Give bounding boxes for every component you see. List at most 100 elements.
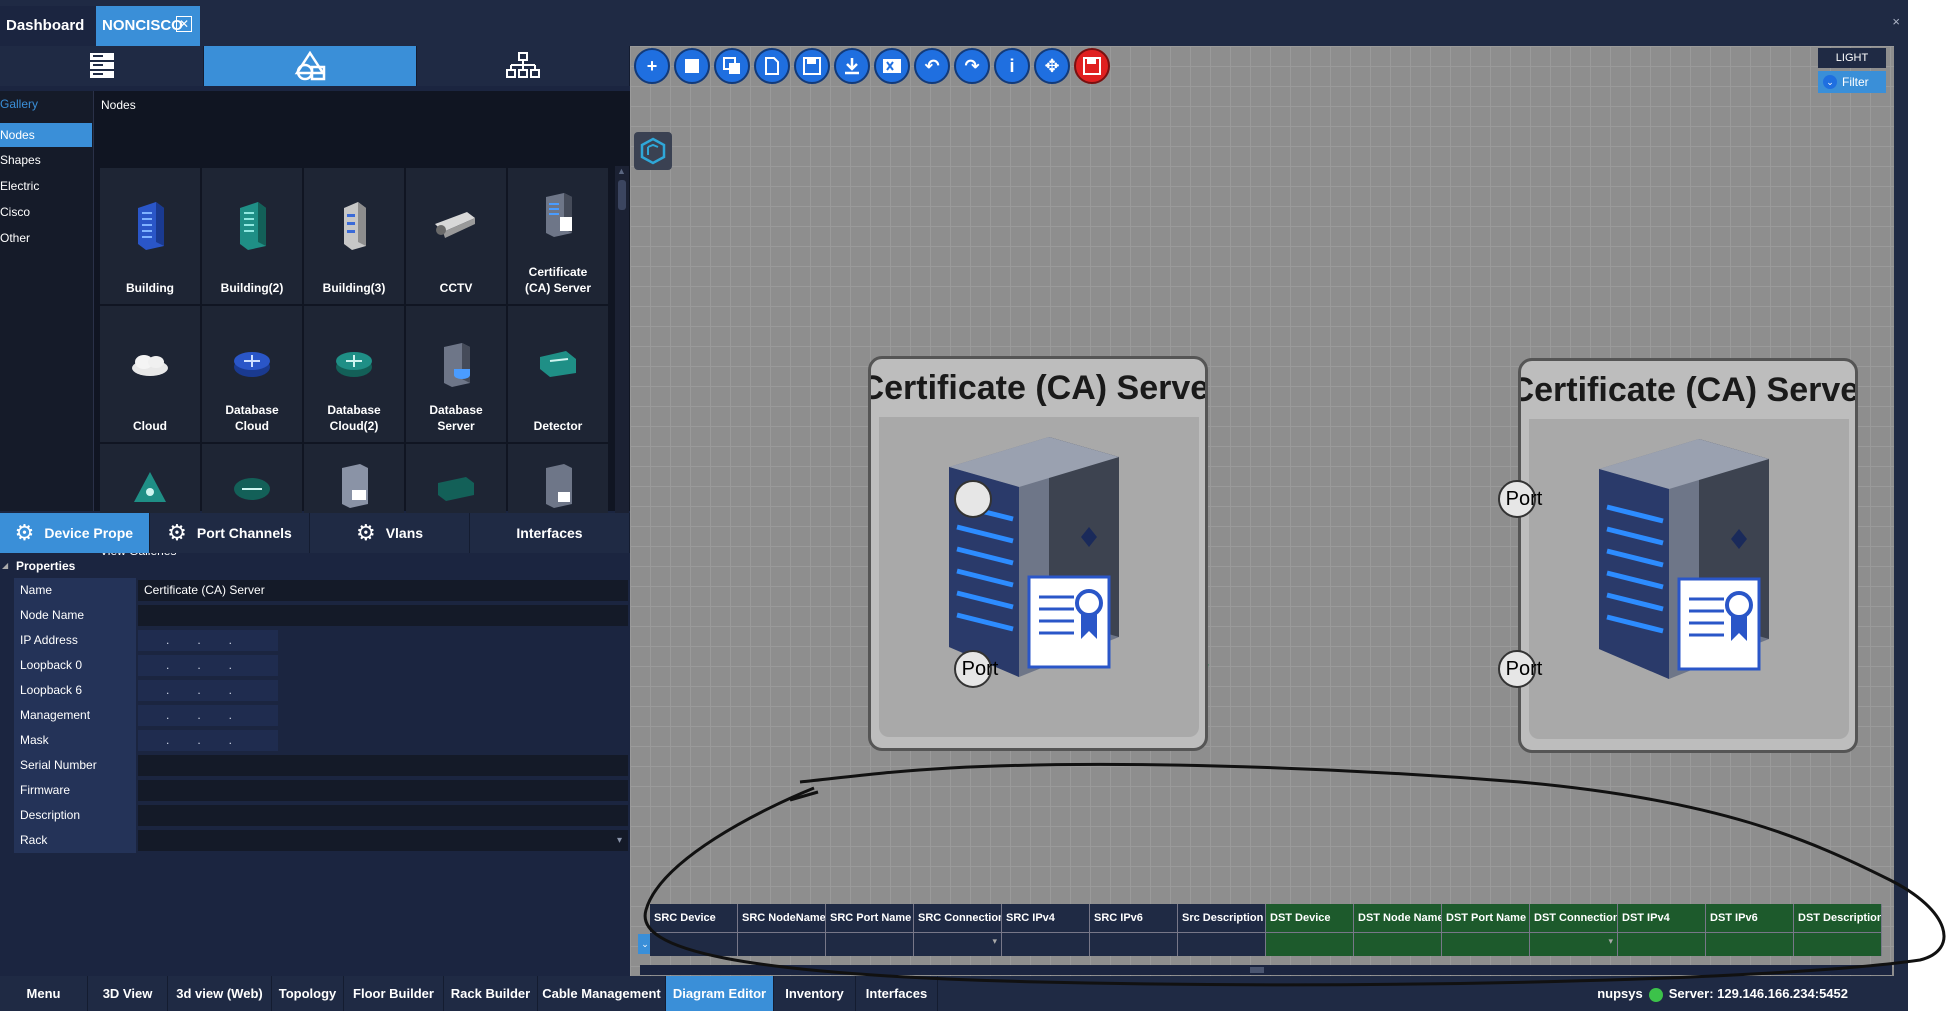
tab-port-channels[interactable]: ⚙ Port Channels <box>150 513 310 553</box>
tab-3d-view-web[interactable]: 3d view (Web) <box>168 976 272 1011</box>
gallery-tile-building-3[interactable]: Building(3) <box>304 168 404 304</box>
shapes-mode-button[interactable] <box>204 46 417 86</box>
tab-inventory[interactable]: Inventory <box>774 976 856 1011</box>
gallery-tile-building[interactable]: Building <box>100 168 200 304</box>
close-icon[interactable]: × <box>1892 14 1900 29</box>
loopback-0-field[interactable]: ... <box>138 655 278 676</box>
properties-header[interactable]: ◢ Properties <box>0 556 630 576</box>
cell-src-port-name[interactable] <box>826 932 914 956</box>
mask-field[interactable]: ... <box>138 730 278 751</box>
name-field[interactable]: Certificate (CA) Server <box>138 580 628 601</box>
col-src-port-name[interactable]: SRC Port Name <box>826 904 914 932</box>
cell-src-ipv4[interactable] <box>1002 932 1090 956</box>
server-icon <box>324 458 384 514</box>
node1-port-out[interactable] <box>954 480 992 518</box>
col-dst-connection[interactable]: DST Connection <box>1530 904 1618 932</box>
router-icon <box>324 336 384 392</box>
document-tab-bar: Dashboard NONCISCO ✕ × <box>0 0 1908 46</box>
col-src-connection[interactable]: SRC Connection <box>914 904 1002 932</box>
gallery-category-other[interactable]: Other <box>0 226 92 250</box>
col-src-ipv6[interactable]: SRC IPv6 <box>1090 904 1178 932</box>
scroll-thumb[interactable] <box>1250 967 1264 973</box>
node2-port[interactable]: Port <box>1498 650 1542 688</box>
cell-src-device[interactable] <box>650 932 738 956</box>
hierarchy-mode-button[interactable] <box>417 46 630 86</box>
rack-dropdown[interactable] <box>138 830 628 851</box>
col-src-nodename[interactable]: SRC NodeName <box>738 904 826 932</box>
gallery-tile-database-cloud-2[interactable]: Database Cloud(2) <box>304 306 404 442</box>
gallery-tile[interactable] <box>406 444 506 520</box>
tab-floor-builder[interactable]: Floor Builder <box>344 976 444 1011</box>
node-card-ca-server[interactable]: Certificate (CA) Server <box>868 356 1208 751</box>
gallery-scrollbar[interactable]: ▲ ▼ <box>615 166 629 541</box>
table-horizontal-scrollbar[interactable] <box>640 965 1892 975</box>
col-dst-port-name[interactable]: DST Port Name <box>1442 904 1530 932</box>
menu-button[interactable]: Menu <box>0 976 88 1011</box>
cell-src-description[interactable] <box>1178 932 1266 956</box>
cell-dst-description[interactable] <box>1794 932 1882 956</box>
tab-3d-view[interactable]: 3D View <box>88 976 168 1011</box>
scroll-up-icon[interactable]: ▲ <box>617 166 626 176</box>
col-dst-description[interactable]: DST Description <box>1794 904 1882 932</box>
gallery-tile-building-2[interactable]: Building(2) <box>202 168 302 304</box>
gallery-tile[interactable] <box>304 444 404 520</box>
description-field[interactable] <box>138 805 628 826</box>
tab-vlans[interactable]: ⚙ Vlans <box>310 513 470 553</box>
building-icon <box>222 198 282 254</box>
cell-dst-ipv6[interactable] <box>1706 932 1794 956</box>
col-src-ipv4[interactable]: SRC IPv4 <box>1002 904 1090 932</box>
gallery-tile-ca-server[interactable]: Certificate (CA) Server <box>508 168 608 304</box>
property-tab-bar: ⚙ Device Properties ⚙ Port Channels ⚙ Vlans… <box>0 513 630 553</box>
tab-cable-management[interactable]: Cable Management <box>538 976 666 1011</box>
gallery-tile-database-server[interactable]: Database Server <box>406 306 506 442</box>
scroll-thumb[interactable] <box>618 180 626 210</box>
col-src-device[interactable]: SRC Device <box>650 904 738 932</box>
tab-topology[interactable]: Topology <box>272 976 344 1011</box>
diagram-canvas[interactable]: + ↶ ↷ i ✥ LIGHT ⌄ Filter Certificate (CA) <box>630 46 1894 976</box>
loopback-6-field[interactable]: ... <box>138 680 278 701</box>
gallery-tile-cloud[interactable]: Cloud <box>100 306 200 442</box>
node2-port-in[interactable]: Port <box>1498 480 1542 518</box>
tab-rack-builder[interactable]: Rack Builder <box>444 976 538 1011</box>
gallery-tile-database-cloud[interactable]: Database Cloud <box>202 306 302 442</box>
col-dst-ipv6[interactable]: DST IPv6 <box>1706 904 1794 932</box>
serial-number-field[interactable] <box>138 755 628 776</box>
cell-dst-device[interactable] <box>1266 932 1354 956</box>
cell-src-ipv6[interactable] <box>1090 932 1178 956</box>
gallery-category-electric[interactable]: Electric <box>0 174 92 198</box>
cctv-icon <box>426 198 486 254</box>
tab-dashboard[interactable]: Dashboard <box>0 6 96 46</box>
cell-dst-ipv4[interactable] <box>1618 932 1706 956</box>
cell-src-nodename[interactable] <box>738 932 826 956</box>
management-field[interactable]: ... <box>138 705 278 726</box>
gallery-category-nodes[interactable]: Nodes <box>0 123 92 147</box>
gallery-category-shapes[interactable]: Shapes <box>0 148 92 172</box>
gallery-category-cisco[interactable]: Cisco <box>0 200 92 224</box>
gallery-tile-detector[interactable]: Detector <box>508 306 608 442</box>
col-dst-device[interactable]: DST Device <box>1266 904 1354 932</box>
col-dst-node-name[interactable]: DST Node Name <box>1354 904 1442 932</box>
tab-interfaces[interactable]: Interfaces <box>856 976 938 1011</box>
gallery-tile[interactable] <box>508 444 608 520</box>
col-src-description[interactable]: Src Description <box>1178 904 1266 932</box>
collapse-icon[interactable]: ◢ <box>2 556 8 576</box>
gallery-tile-cctv[interactable]: CCTV <box>406 168 506 304</box>
node1-port[interactable]: Port <box>954 650 998 688</box>
col-dst-ipv4[interactable]: DST IPv4 <box>1618 904 1706 932</box>
cell-dst-connection[interactable] <box>1530 932 1618 956</box>
tab-device-properties[interactable]: ⚙ Device Properties <box>0 513 150 553</box>
cell-src-connection[interactable] <box>914 932 1002 956</box>
gallery-tile[interactable] <box>100 444 200 520</box>
firmware-field[interactable] <box>138 780 628 801</box>
node-name-field[interactable] <box>138 605 628 626</box>
gallery-tile[interactable] <box>202 444 302 520</box>
server-view-button[interactable] <box>0 46 204 86</box>
close-tab-icon[interactable]: ✕ <box>176 16 192 32</box>
tab-interfaces[interactable]: Interfaces <box>470 513 630 553</box>
node-card-ca-server-2[interactable]: Certificate (CA) Server <box>1518 358 1858 753</box>
cell-dst-node-name[interactable] <box>1354 932 1442 956</box>
ip-address-field[interactable]: ... <box>138 630 278 651</box>
cell-dst-port-name[interactable] <box>1442 932 1530 956</box>
tab-diagram-editor[interactable]: Diagram Editor <box>666 976 774 1011</box>
gallery-category-list: Gallery Nodes Shapes Electric Cisco Othe… <box>0 91 94 511</box>
